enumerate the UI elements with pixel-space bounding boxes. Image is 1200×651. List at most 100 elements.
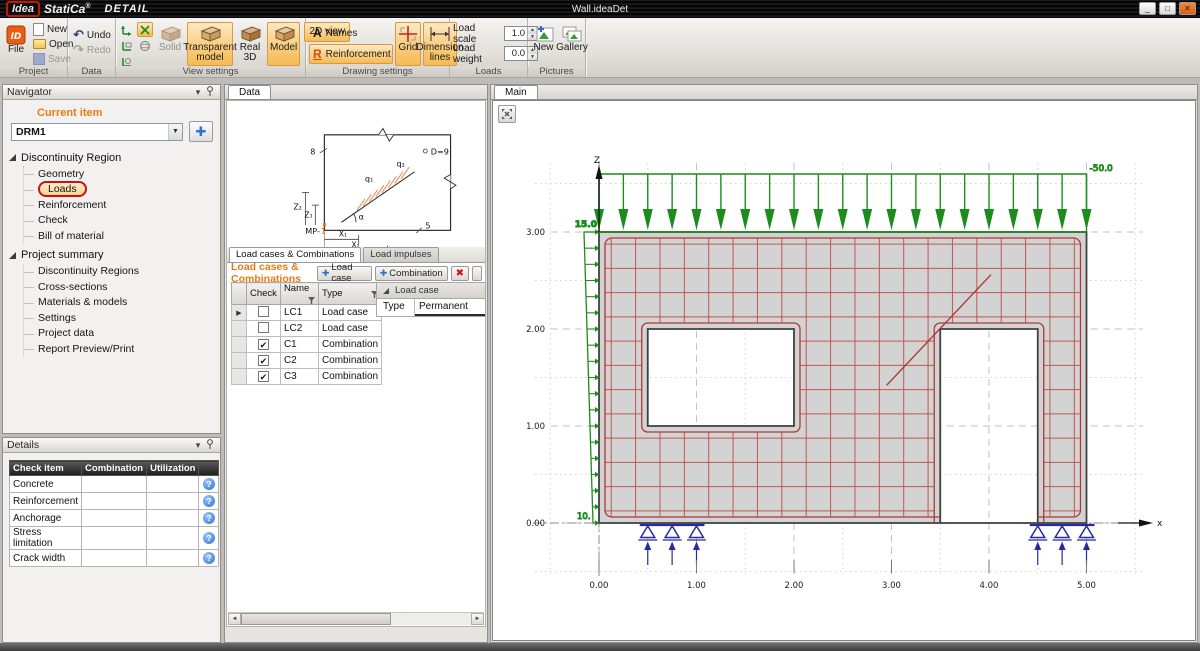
name-cell[interactable]: C2 xyxy=(280,353,318,369)
load-case-row-c1[interactable]: ✔ C1Combination xyxy=(232,337,382,353)
sphere-icon xyxy=(139,40,151,52)
name-cell[interactable]: C3 xyxy=(280,369,318,385)
tree-item-loads[interactable]: Loads xyxy=(24,182,216,198)
names-toggle[interactable]: ANames xyxy=(309,23,393,43)
scroll-right-icon[interactable]: ► xyxy=(471,613,484,625)
zoom-all-button[interactable] xyxy=(137,22,153,37)
redo-button[interactable]: ↷Redo xyxy=(71,43,113,57)
more-button[interactable] xyxy=(472,266,482,281)
main-drawing-canvas[interactable]: -50.015.010.Zx0.001.002.003.004.005.000.… xyxy=(492,100,1196,641)
model-button[interactable]: Model xyxy=(267,22,300,66)
tab-data[interactable]: Data xyxy=(228,85,271,99)
delete-button[interactable]: ✖ xyxy=(451,266,469,281)
check-checkbox[interactable] xyxy=(258,306,269,317)
help-icon[interactable]: ? xyxy=(203,495,215,507)
panel-menu-icon[interactable]: ▾ xyxy=(192,440,204,451)
name-cell[interactable]: LC2 xyxy=(280,321,318,337)
view-axis-xy-button[interactable] xyxy=(119,38,135,53)
transparent-model-button[interactable]: Transparent model xyxy=(187,22,233,66)
real-3d-button[interactable]: Real 3D xyxy=(235,22,265,66)
details-row-reinforcement: Reinforcement? xyxy=(10,493,219,510)
add-load-case-button[interactable]: ✚Load case xyxy=(317,266,372,281)
help-icon[interactable]: ? xyxy=(203,478,215,490)
horizontal-scrollbar[interactable]: ◄ ► xyxy=(228,612,484,625)
minimize-button[interactable]: _ xyxy=(1139,2,1156,15)
tree-item-project-data[interactable]: Project data xyxy=(24,326,216,342)
add-item-button[interactable]: ✚ xyxy=(189,121,213,142)
tab-load-cases-combinations[interactable]: Load cases & Combinations xyxy=(229,247,361,262)
details-col-combination: Combination xyxy=(82,461,147,476)
scroll-left-icon[interactable]: ◄ xyxy=(228,613,241,625)
load-case-row-lc2[interactable]: LC2Load case xyxy=(232,321,382,337)
tab-main[interactable]: Main xyxy=(494,85,538,99)
tree-item-materials-models[interactable]: Materials & models xyxy=(24,295,216,311)
schematic-label-alpha: α xyxy=(359,212,364,222)
tree-item-report-preview-print[interactable]: Report Preview/Print xyxy=(24,341,216,357)
tree-item-geometry[interactable]: Geometry xyxy=(24,166,216,182)
row-selector[interactable]: ▶ xyxy=(232,305,247,321)
tree-item-reinforcement[interactable]: Reinforcement xyxy=(24,197,216,213)
panel-menu-icon[interactable]: ▾ xyxy=(192,87,204,98)
type-cell[interactable]: Load case xyxy=(318,321,381,337)
expander-icon[interactable] xyxy=(9,154,16,161)
combobox-dropdown-icon[interactable]: ▼ xyxy=(168,124,182,140)
dimension-icon xyxy=(428,25,452,43)
check-checkbox[interactable] xyxy=(258,322,269,333)
orbit-button[interactable] xyxy=(137,38,153,53)
picture-gallery-button[interactable]: Gallery xyxy=(558,22,586,66)
load-case-row-lc1[interactable]: ▶ LC1Load case xyxy=(232,305,382,321)
help-icon[interactable]: ? xyxy=(203,532,215,544)
filter-icon[interactable] xyxy=(308,297,315,304)
file-button[interactable]: ID File xyxy=(3,22,29,66)
picture-new-button[interactable]: New xyxy=(531,22,556,66)
undo-button[interactable]: ↶Undo xyxy=(71,28,113,42)
expander-icon[interactable] xyxy=(9,252,16,259)
help-icon[interactable]: ? xyxy=(203,512,215,524)
tree-item-discontinuity-regions[interactable]: Discontinuity Regions xyxy=(24,264,216,280)
tree-item-cross-sections[interactable]: Cross-sections xyxy=(24,279,216,295)
type-cell[interactable]: Load case xyxy=(318,305,381,321)
check-checkbox[interactable]: ✔ xyxy=(258,371,269,382)
tree-section-discontinuity-region[interactable]: Discontinuity Region xyxy=(9,149,216,166)
close-button[interactable]: ✕ xyxy=(1179,2,1196,15)
plus-icon: ✚ xyxy=(322,268,330,279)
type-cell[interactable]: Combination xyxy=(318,337,381,353)
row-selector[interactable] xyxy=(232,321,247,337)
name-cell[interactable]: C1 xyxy=(280,337,318,353)
properties-group-header[interactable]: Load case xyxy=(377,283,485,299)
check-checkbox[interactable]: ✔ xyxy=(258,339,269,350)
maximize-button[interactable]: □ xyxy=(1159,2,1176,15)
load-case-row-c3[interactable]: ✔ C3Combination xyxy=(232,369,382,385)
type-cell[interactable]: Combination xyxy=(318,353,381,369)
current-item-combobox[interactable]: DRM1 ▼ xyxy=(11,123,183,141)
name-cell[interactable]: LC1 xyxy=(280,305,318,321)
scrollbar-thumb[interactable] xyxy=(241,613,391,625)
tree-item-settings[interactable]: Settings xyxy=(24,310,216,326)
type-cell[interactable]: Combination xyxy=(318,369,381,385)
add-combination-button[interactable]: ✚Combination xyxy=(375,266,448,281)
svg-text:10.: 10. xyxy=(577,512,591,522)
svg-text:3.00: 3.00 xyxy=(882,581,901,591)
row-selector[interactable] xyxy=(232,369,247,385)
document-title: Wall.ideaDet xyxy=(0,4,1200,15)
row-selector[interactable] xyxy=(232,337,247,353)
type-label: Type xyxy=(377,299,415,316)
view-axis-xz-button[interactable] xyxy=(119,22,135,37)
check-checkbox[interactable]: ✔ xyxy=(258,355,269,366)
tree-section-project-summary[interactable]: Project summary xyxy=(9,247,216,264)
pin-icon[interactable] xyxy=(204,86,216,98)
help-icon[interactable]: ? xyxy=(203,552,215,564)
navigator-panel: Navigator ▾ Current item DRM1 ▼ ✚ Discon… xyxy=(2,84,221,434)
solid-button[interactable]: Solid xyxy=(155,22,185,66)
schematic-label-8: 8 xyxy=(310,147,315,157)
tab-load-impulses[interactable]: Load impulses xyxy=(363,247,438,262)
pin-icon[interactable] xyxy=(204,439,216,451)
zoom-fit-button[interactable] xyxy=(498,105,516,123)
tree-item-check[interactable]: Check xyxy=(24,213,216,229)
load-case-row-c2[interactable]: ✔ C2Combination xyxy=(232,353,382,369)
tree-item-bill-of-material[interactable]: Bill of material xyxy=(24,228,216,244)
col-check: Check xyxy=(247,283,281,305)
reinforcement-toggle[interactable]: RReinforcement xyxy=(309,44,393,64)
row-selector[interactable] xyxy=(232,353,247,369)
type-value-dropdown[interactable]: Permanent xyxy=(415,299,485,316)
